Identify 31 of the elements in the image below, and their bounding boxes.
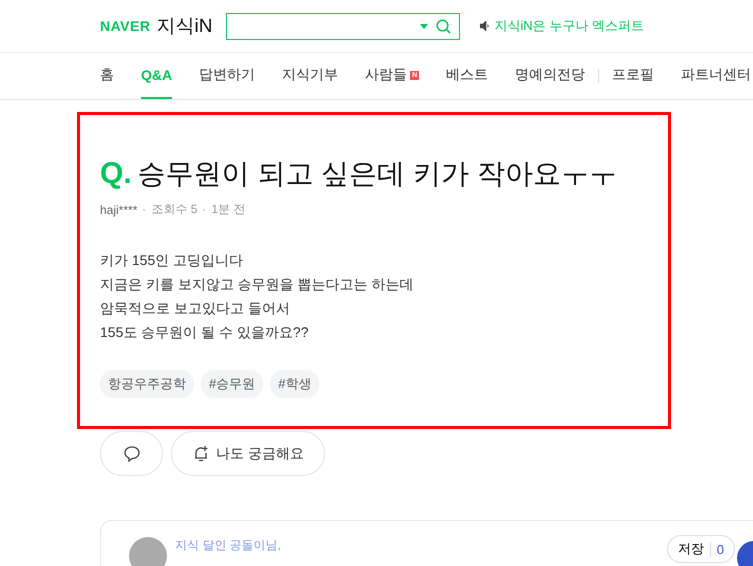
nav-tab[interactable]: 홈 <box>100 53 114 99</box>
post-time: 1분 전 <box>211 201 246 218</box>
search-field[interactable] <box>226 12 460 40</box>
speaker-icon <box>480 21 490 31</box>
tag-chip[interactable]: 항공우주공학 <box>100 370 194 398</box>
tag-chip[interactable]: #학생 <box>270 370 320 398</box>
nav-tab[interactable]: 베스트 <box>446 53 488 99</box>
speech-bubble-icon <box>122 444 140 462</box>
author-name[interactable]: haji**** <box>100 202 138 216</box>
question-body-line: 암묵적으로 보고있다고 들어서 <box>100 299 291 318</box>
nav-tab[interactable]: 답변하기 <box>199 53 256 99</box>
question-title: 승무원이 되고 싶은데 키가 작아요ㅜㅜ <box>138 157 617 191</box>
question-body-line: 키가 155인 고딩입니다 <box>100 251 244 270</box>
question-body-line: 지금은 키를 보지않고 승무원을 뽑는다고는 하는데 <box>100 275 414 294</box>
nav-tab[interactable]: 파트너센터 <box>681 53 752 99</box>
question-marker: Q. <box>100 157 132 191</box>
bell-plus-icon <box>192 444 210 462</box>
search-icon[interactable] <box>436 18 452 34</box>
comment-button[interactable] <box>100 431 163 476</box>
tag-chip[interactable]: #승무원 <box>201 370 264 398</box>
curious-button[interactable]: 나도 궁금해요 <box>171 431 325 476</box>
nav-tab[interactable]: 명예의전당 <box>515 53 586 99</box>
service-logo[interactable]: 지식iN <box>156 13 212 39</box>
nav-tab[interactable]: 지식기부 <box>282 53 338 99</box>
save-button[interactable]: 저장 0 <box>666 535 735 563</box>
save-count: 0 <box>710 542 724 556</box>
view-count: 조회수 5 <box>151 201 198 218</box>
nav-tab[interactable]: 프로필 <box>612 53 654 99</box>
dropdown-caret-icon[interactable] <box>420 24 428 28</box>
avatar-placeholder <box>129 537 167 566</box>
question-body-line: 155도 승무원이 될 수 있을까요?? <box>100 323 310 342</box>
